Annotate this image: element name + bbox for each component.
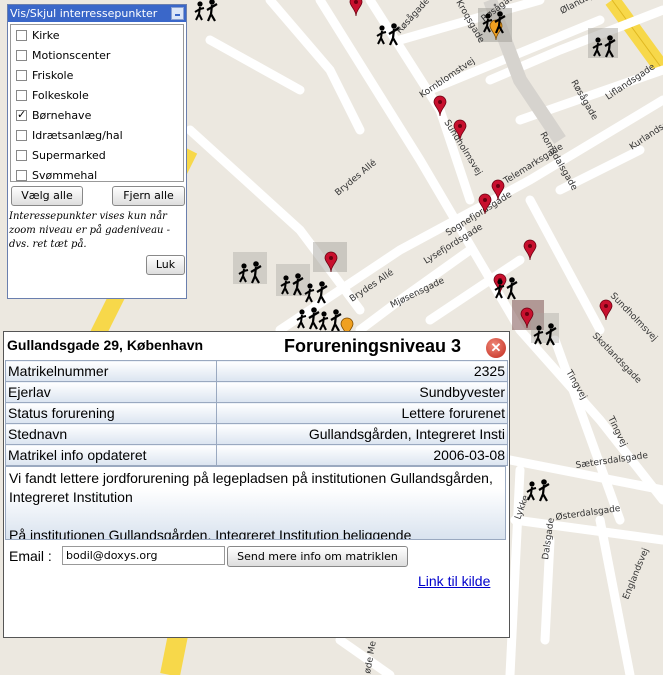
table-row: Matrikel info opdateret 2006-03-08 xyxy=(5,444,508,466)
checkbox[interactable] xyxy=(16,149,27,161)
pollution-level: Forureningsniveau 3 xyxy=(284,336,462,356)
poi-item[interactable]: Supermarked xyxy=(11,145,183,165)
table-row: Matrikelnummer 2325 xyxy=(5,360,508,382)
poi-item[interactable]: Folkeskole xyxy=(11,85,183,105)
email-label: Email : xyxy=(9,548,52,564)
zoom-note: Interessepunkter vises kun når zoom nive… xyxy=(9,211,171,250)
poi-panel-header: Vis/Skjul interressepunkter xyxy=(8,5,186,22)
remove-all-button[interactable]: Fjern alle xyxy=(112,186,185,206)
table-row: Stednavn Gullandsgården, Integreret Insti xyxy=(5,423,508,445)
poi-item[interactable]: Idrætsanlæg/hal xyxy=(11,125,183,145)
description-box[interactable]: Vi fandt lettere jordforurening på legep… xyxy=(5,466,506,540)
checkbox-checked[interactable] xyxy=(16,108,27,121)
description-text: På institutionen Gullandsgården, Integre… xyxy=(9,527,412,540)
checkbox[interactable] xyxy=(16,29,27,41)
poi-item[interactable]: Motionscenter xyxy=(11,45,183,65)
poi-item[interactable]: Børnehave xyxy=(11,105,183,125)
checkbox[interactable] xyxy=(16,129,27,141)
poi-item[interactable]: Friskole xyxy=(11,65,183,85)
checkbox[interactable] xyxy=(16,169,27,181)
source-link[interactable]: Link til kilde xyxy=(418,573,490,589)
poi-item[interactable]: Svømmehal xyxy=(11,165,183,181)
table-row: Status forurening Lettere forurenet xyxy=(5,402,508,424)
checkbox[interactable] xyxy=(16,89,27,101)
poi-panel-title: Vis/Skjul interressepunkter xyxy=(10,7,158,20)
close-icon[interactable]: ✕ xyxy=(486,338,506,358)
email-field[interactable]: bodil@doxys.org xyxy=(62,546,225,565)
poi-item[interactable]: Kirke xyxy=(11,25,183,45)
address-title: Gullandsgade 29, København xyxy=(7,337,204,353)
checkbox[interactable] xyxy=(16,49,27,61)
send-info-button[interactable]: Send mere info om matriklen xyxy=(227,546,408,567)
table-row: Ejerlav Sundbyvester xyxy=(5,381,508,403)
property-table: Matrikelnummer 2325 Ejerlav Sundbyvester S… xyxy=(5,360,508,466)
info-window: Gullandsgade 29, København Forureningsni… xyxy=(3,331,510,638)
close-button[interactable]: Luk xyxy=(146,255,185,275)
poi-list[interactable]: Kirke Motionscenter Friskole Folkeskole … xyxy=(10,24,184,182)
select-all-button[interactable]: Vælg alle xyxy=(11,186,83,206)
description-text: Vi fandt lettere jordforurening på legep… xyxy=(9,470,493,505)
poi-panel: Vis/Skjul interressepunkter Kirke Motion… xyxy=(7,4,187,299)
minimize-icon[interactable] xyxy=(171,7,184,20)
checkbox[interactable] xyxy=(16,69,27,81)
